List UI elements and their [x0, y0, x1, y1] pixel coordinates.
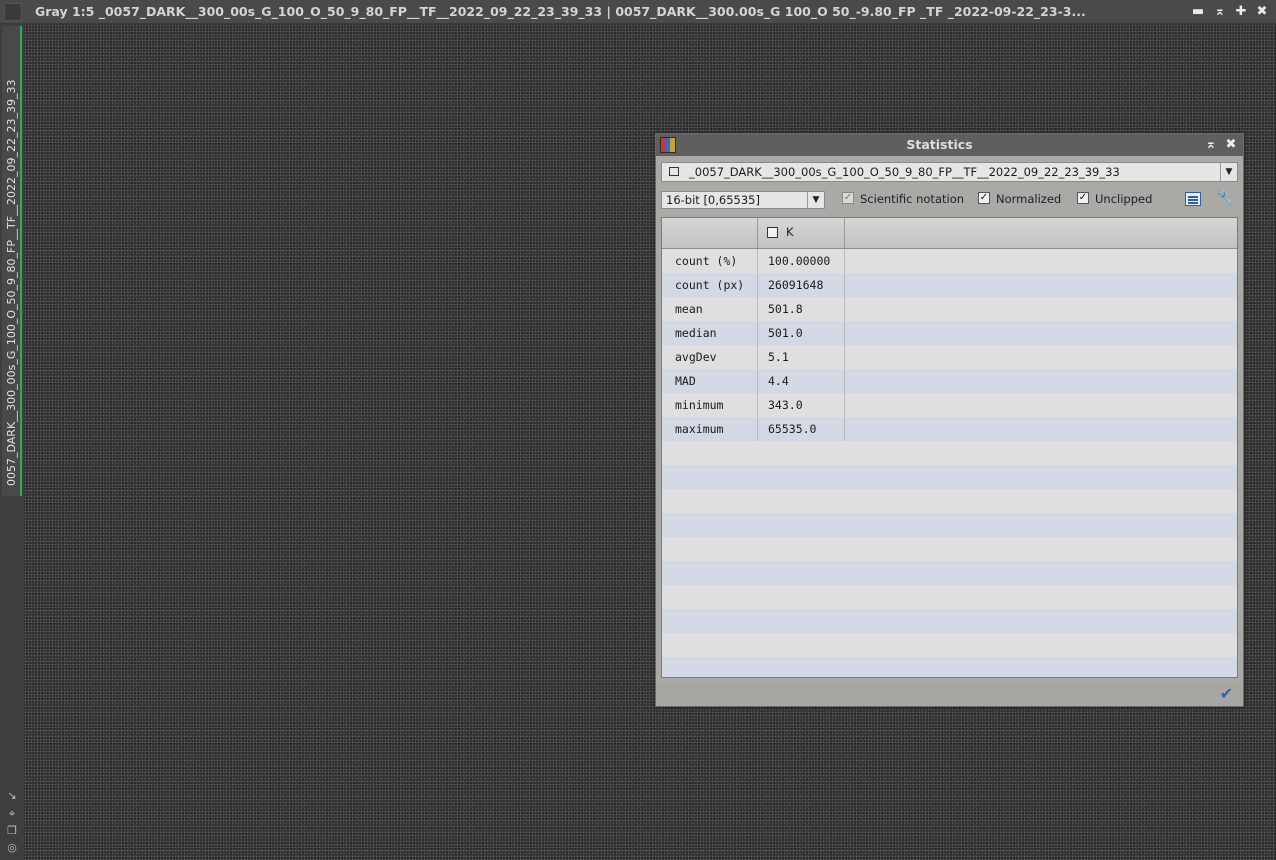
close-icon[interactable]: ✖ [1222, 135, 1240, 155]
empty-table-row [662, 561, 1237, 585]
empty-table-row [662, 657, 1237, 677]
stat-name: count (px) [662, 273, 758, 297]
statistics-dialog: Statistics ⌅ ✖ _0057_DARK__300_00s_G_100… [655, 133, 1244, 707]
view-tab-label: 0057_DARK__300_00s_G_100_O_50_9_80_FP__T… [5, 79, 18, 486]
chevron-down-icon[interactable]: ▼ [807, 192, 824, 208]
table-header: K [662, 218, 1237, 249]
window-title: Gray 1:5 _0057_DARK__300_00s_G_100_O_50_… [35, 4, 1086, 19]
unclipped-label: Unclipped [1095, 192, 1153, 206]
windows-icon[interactable]: ❐ [5, 824, 19, 838]
scientific-notation-label: Scientific notation [860, 192, 965, 206]
empty-table-row [662, 441, 1237, 465]
table-row: count (%) 100.00000 [662, 249, 1237, 273]
stat-value: 4.4 [758, 369, 845, 393]
shade-icon[interactable]: ⌅ [1202, 135, 1220, 155]
stat-name: maximum [662, 417, 758, 441]
unclipped-checkbox[interactable]: ✓ [1077, 192, 1089, 204]
statistics-title: Statistics [906, 137, 973, 152]
close-icon[interactable]: ✖ [1252, 2, 1272, 22]
stat-name: mean [662, 297, 758, 321]
checkmark-icon[interactable]: ✔ [1220, 684, 1233, 703]
empty-table-row [662, 489, 1237, 513]
stat-name: median [662, 321, 758, 345]
stat-value: 501.8 [758, 297, 845, 321]
table-row: mean 501.8 [662, 297, 1237, 321]
stat-value: 65535.0 [758, 417, 845, 441]
target-icon[interactable]: ◎ [5, 841, 19, 855]
normalized-checkbox[interactable]: ✓ [978, 192, 990, 204]
stat-value: 5.1 [758, 345, 845, 369]
statistics-footer: ✔ [656, 682, 1243, 706]
wrench-icon[interactable]: 🔧 [1216, 189, 1235, 207]
crosshair-icon[interactable]: ⌖ [5, 807, 19, 821]
stat-name: avgDev [662, 345, 758, 369]
table-row: MAD 4.4 [662, 369, 1237, 393]
shade-icon[interactable]: ⌅ [1210, 2, 1230, 22]
range-select[interactable]: 16-bit [0,65535] ▼ [661, 191, 825, 209]
left-tab-strip: 0057_DARK__300_00s_G_100_O_50_9_80_FP__T… [0, 24, 24, 860]
minimize-icon[interactable]: ▬ [1188, 2, 1208, 22]
table-body: count (%) 100.00000 count (px) 26091648 mean… [662, 249, 1237, 677]
view-select[interactable]: _0057_DARK__300_00s_G_100_O_50_9_80_FP__… [661, 162, 1238, 182]
table-row: count (px) 26091648 [662, 273, 1237, 297]
chevron-down-icon[interactable]: ▼ [1220, 163, 1237, 181]
stat-value: 100.00000 [758, 249, 845, 273]
empty-table-row [662, 633, 1237, 657]
stat-name: minimum [662, 393, 758, 417]
stat-name: MAD [662, 369, 758, 393]
table-row: median 501.0 [662, 321, 1237, 345]
table-row: avgDev 5.1 [662, 345, 1237, 369]
window-icon[interactable] [4, 3, 22, 21]
window-title-bar: Gray 1:5 _0057_DARK__300_00s_G_100_O_50_… [0, 0, 1276, 24]
channel-k-checkbox[interactable] [767, 227, 778, 238]
maximize-icon[interactable]: ✚ [1231, 2, 1251, 22]
empty-table-row [662, 465, 1237, 489]
normalized-label: Normalized [996, 192, 1062, 206]
statistics-title-bar[interactable]: Statistics ⌅ ✖ [656, 134, 1243, 156]
statistics-table: K count (%) 100.00000 count (px) 26091648 me… [661, 217, 1238, 678]
empty-table-row [662, 513, 1237, 537]
header-cell-k[interactable]: K [758, 218, 845, 248]
view-select-value: _0057_DARK__300_00s_G_100_O_50_9_80_FP__… [689, 165, 1120, 179]
range-select-value: 16-bit [0,65535] [666, 193, 760, 207]
empty-table-row [662, 609, 1237, 633]
empty-table-row [662, 585, 1237, 609]
channel-k-label: K [786, 225, 794, 239]
empty-table-row [662, 537, 1237, 561]
stat-value: 501.0 [758, 321, 845, 345]
view-tab[interactable]: 0057_DARK__300_00s_G_100_O_50_9_80_FP__T… [2, 26, 22, 496]
header-cell-empty [662, 218, 758, 248]
stat-value: 343.0 [758, 393, 845, 417]
scientific-notation-checkbox[interactable]: ✓ [842, 192, 854, 204]
image-window-icon [669, 167, 679, 176]
arrow-down-right-icon[interactable]: ↘ [5, 789, 19, 803]
stat-name: count (%) [662, 249, 758, 273]
list-view-icon[interactable] [1185, 192, 1201, 206]
table-row: minimum 343.0 [662, 393, 1237, 417]
stat-value: 26091648 [758, 273, 845, 297]
table-row: maximum 65535.0 [662, 417, 1237, 441]
